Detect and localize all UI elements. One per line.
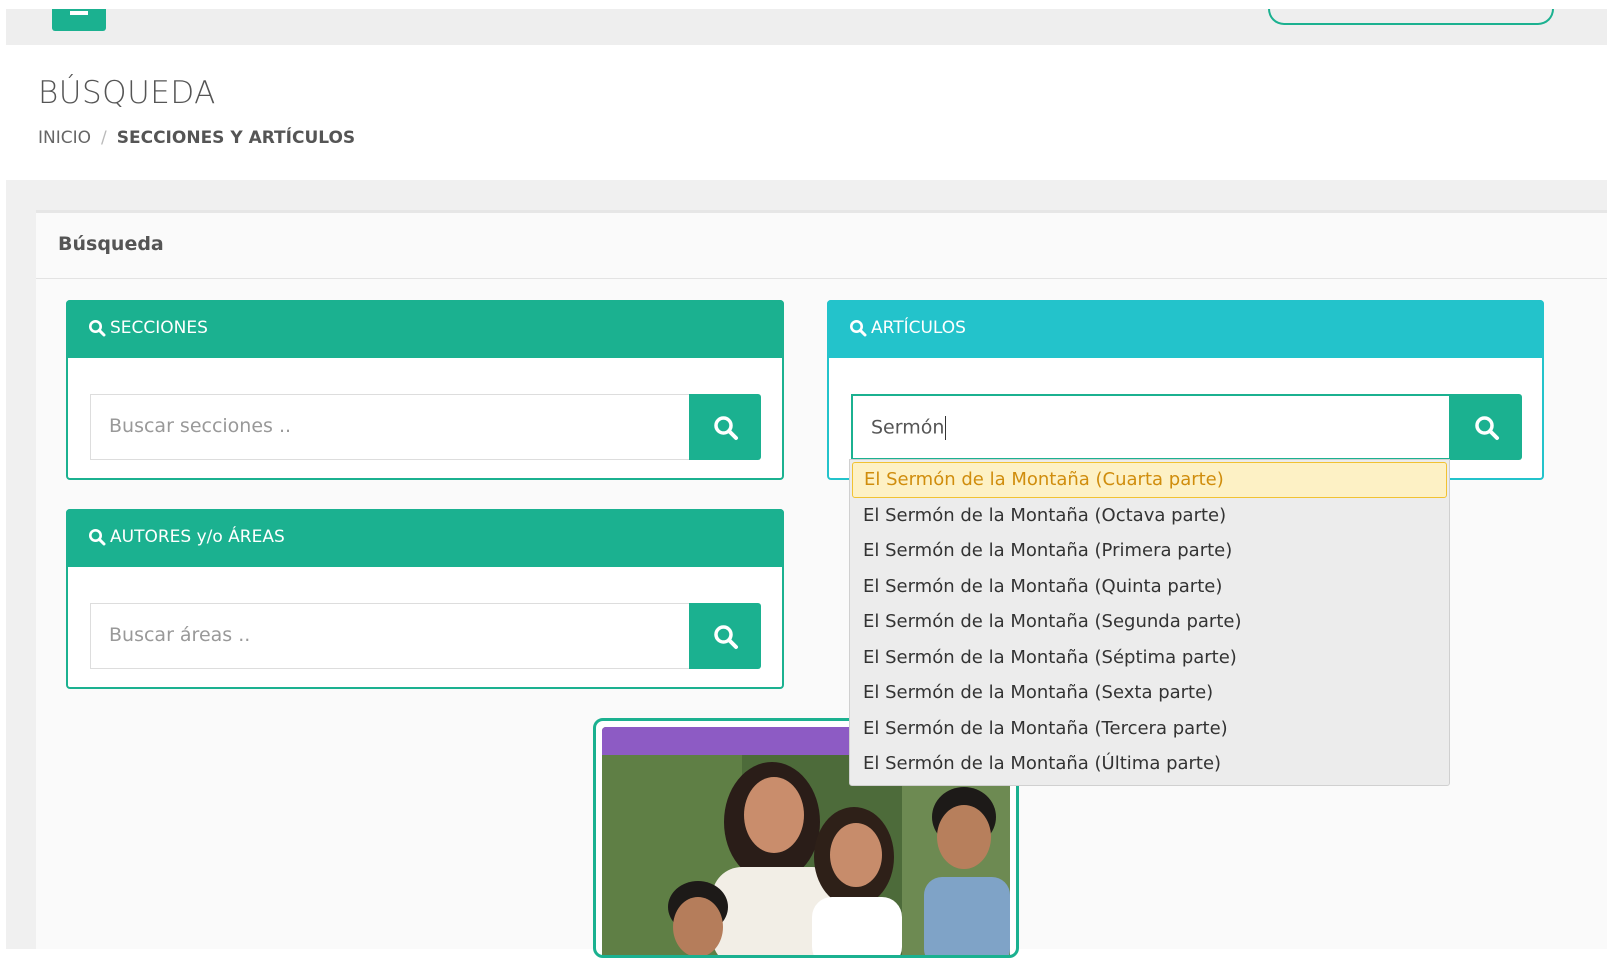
menu-button[interactable]	[52, 9, 106, 31]
breadcrumb: INICIO / SECCIONES Y ARTÍCULOS	[38, 128, 355, 148]
suggestion-item[interactable]: El Sermón de la Montaña (Quinta parte)	[852, 569, 1447, 605]
breadcrumb-home[interactable]: INICIO	[38, 128, 91, 148]
top-search-box[interactable]	[1268, 9, 1554, 25]
search-icon	[714, 625, 738, 649]
suggestion-item[interactable]: El Sermón de la Montaña (Cuarta parte)	[852, 462, 1447, 498]
top-bar	[0, 0, 1607, 45]
suggestion-item[interactable]: El Sermón de la Montaña (Séptima parte)	[852, 640, 1447, 676]
articulos-suggestions-dropdown: El Sermón de la Montaña (Cuarta parte) El…	[849, 459, 1450, 786]
autores-search-button[interactable]	[689, 603, 761, 669]
page-header: BÚSQUEDA INICIO / SECCIONES Y ARTÍCULOS	[6, 45, 1607, 180]
card-title: Búsqueda	[58, 233, 164, 255]
suggestion-item[interactable]: El Sermón de la Montaña (Sexta parte)	[852, 675, 1447, 711]
autores-search-input[interactable]: Buscar áreas ..	[90, 603, 690, 669]
autores-panel-header: AUTORES y/o ÁREAS	[66, 509, 784, 567]
suggestion-item[interactable]: El Sermón de la Montaña (Octava parte)	[852, 498, 1447, 534]
secciones-search-input[interactable]: Buscar secciones ..	[90, 394, 690, 460]
text-caret	[945, 416, 947, 440]
secciones-search-button[interactable]	[689, 394, 761, 460]
search-icon	[89, 529, 106, 546]
articulos-title: ARTÍCULOS	[871, 318, 966, 338]
articulos-search-value: Sermón	[871, 416, 945, 439]
suggestion-item[interactable]: El Sermón de la Montaña (Segunda parte)	[852, 604, 1447, 640]
search-icon	[850, 320, 867, 337]
search-icon	[89, 320, 106, 337]
page-title: BÚSQUEDA	[38, 75, 216, 111]
breadcrumb-separator: /	[101, 128, 107, 148]
search-icon	[714, 416, 738, 440]
card-header: Búsqueda	[36, 213, 1607, 279]
articulos-search-button[interactable]	[1450, 394, 1522, 460]
secciones-panel: SECCIONES Buscar secciones ..	[66, 300, 784, 480]
secciones-title: SECCIONES	[110, 318, 208, 338]
secciones-panel-header: SECCIONES	[66, 300, 784, 358]
articulos-search-input[interactable]: Sermón	[851, 394, 1451, 460]
suggestion-item[interactable]: El Sermón de la Montaña (Tercera parte)	[852, 711, 1447, 747]
hamburger-icon	[70, 11, 88, 15]
articulos-panel: ARTÍCULOS Sermón	[827, 300, 1544, 480]
search-icon	[1475, 416, 1499, 440]
suggestion-item[interactable]: El Sermón de la Montaña (Última parte)	[852, 746, 1447, 782]
autores-title: AUTORES y/o ÁREAS	[110, 527, 285, 547]
autores-panel: AUTORES y/o ÁREAS Buscar áreas ..	[66, 509, 784, 689]
breadcrumb-current: SECCIONES Y ARTÍCULOS	[116, 128, 356, 148]
suggestion-item[interactable]: El Sermón de la Montaña (Primera parte)	[852, 533, 1447, 569]
articulos-panel-header: ARTÍCULOS	[827, 300, 1544, 358]
